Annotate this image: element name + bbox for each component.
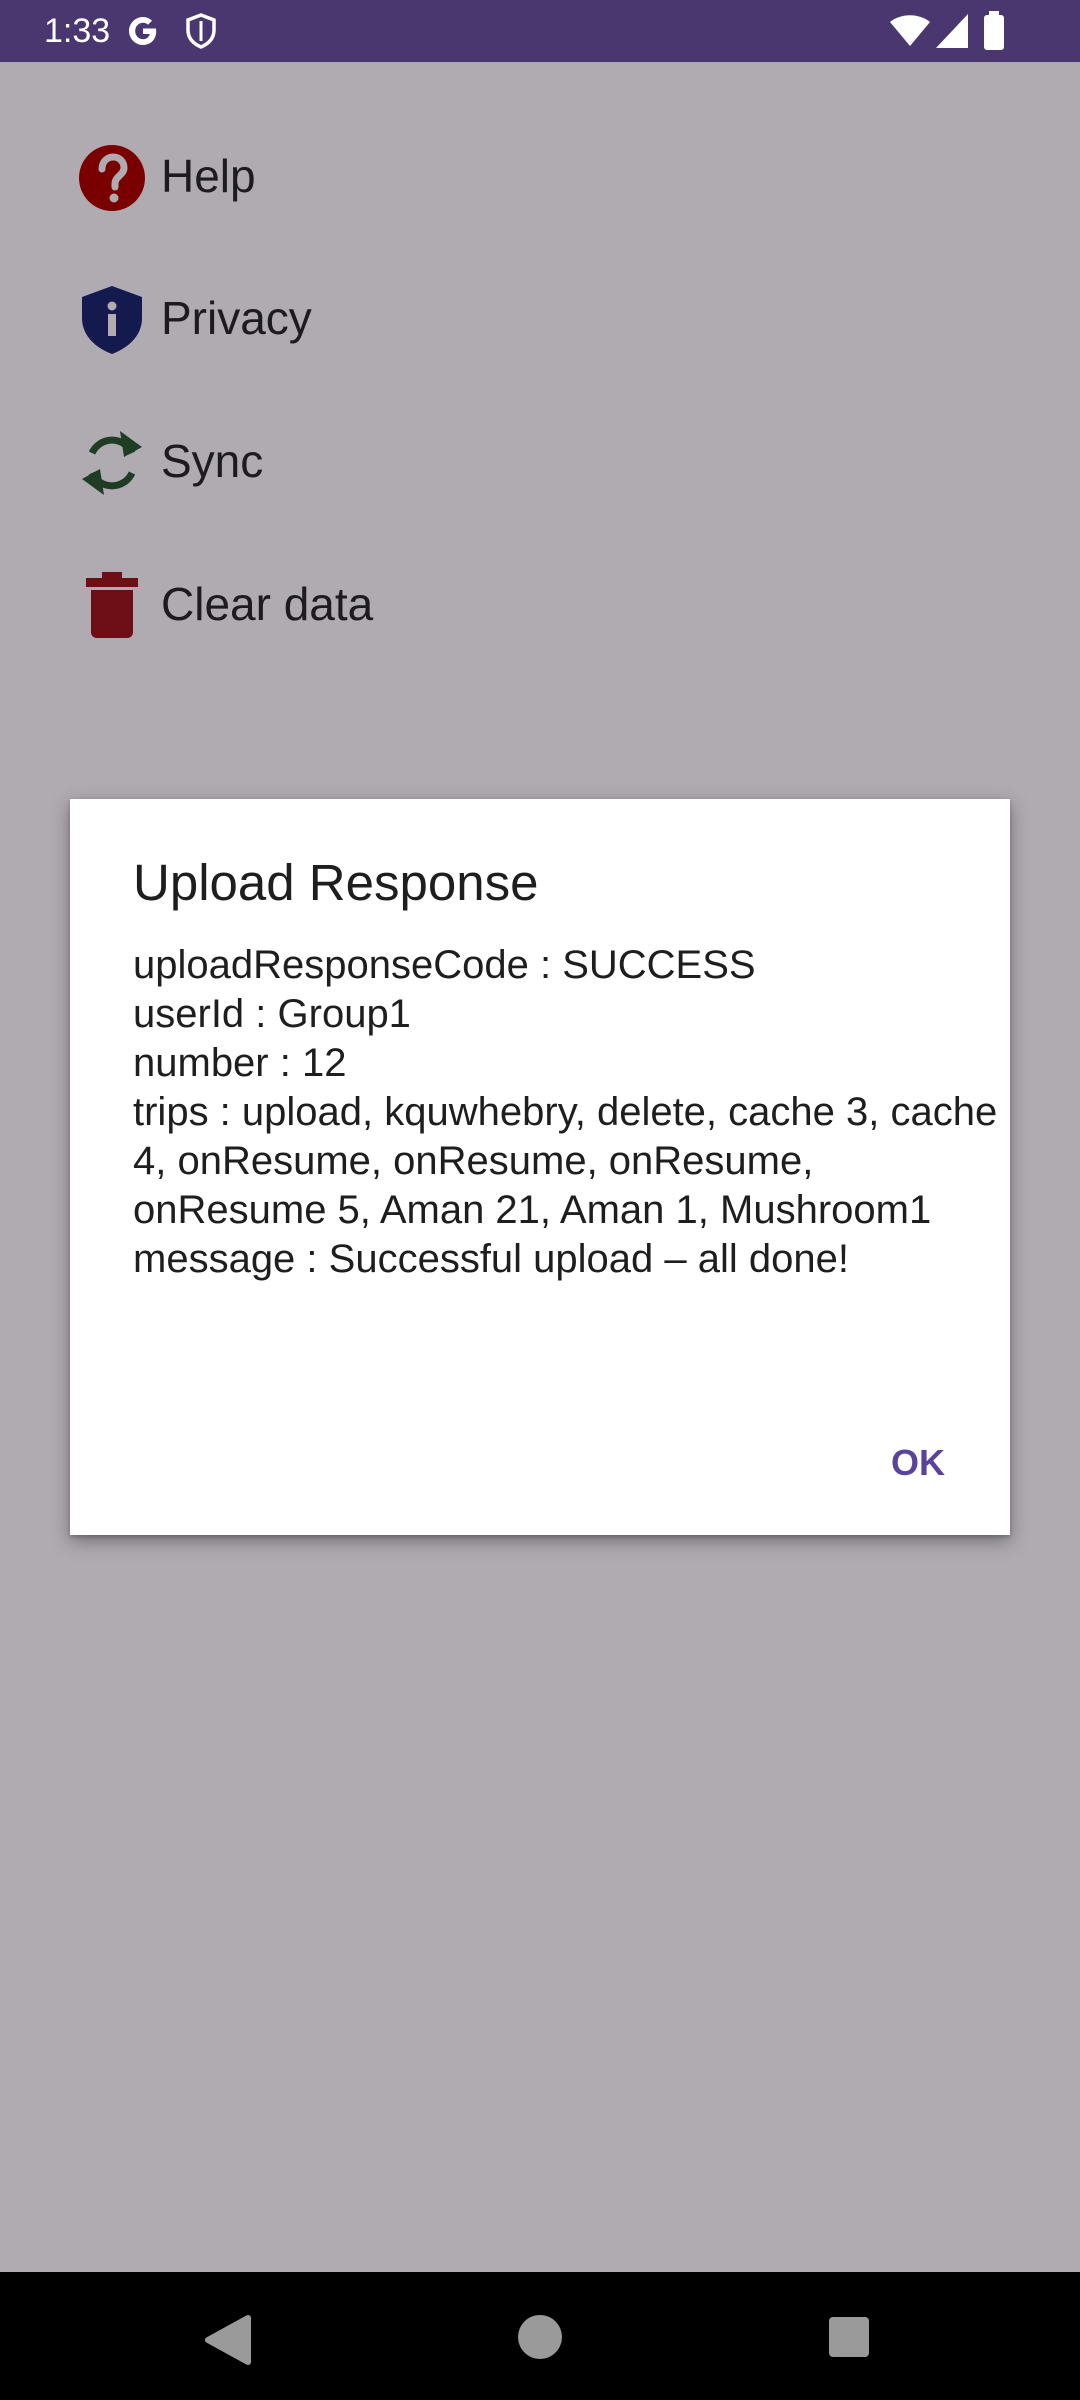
recents-icon[interactable] [826,2314,872,2360]
menu-item-label: Privacy [161,292,312,344]
google-icon [129,17,157,45]
menu-item-label: Help [161,150,256,202]
shield-icon [186,13,216,49]
navigation-bar [0,2272,1080,2400]
dialog-line-user-id: userId : Group1 [133,992,411,1036]
menu-item-privacy[interactable]: Privacy [76,272,876,362]
trash-icon [86,572,138,638]
dialog-line-number: number : 12 [133,1041,347,1085]
menu-item-sync[interactable]: Sync [76,415,876,505]
back-icon[interactable] [198,2312,258,2368]
ok-button[interactable]: OK [863,1431,973,1495]
status-bar: 1:33 [0,0,1080,62]
menu-item-help[interactable]: Help [76,130,876,220]
dialog-message: uploadResponseCode : SUCCESS userId : Gr… [133,941,1008,1284]
signal-icon [936,14,968,48]
upload-response-dialog: Upload Response uploadResponseCode : SUC… [70,799,1010,1535]
home-icon[interactable] [515,2312,565,2362]
status-time: 1:33 [44,12,111,50]
sync-icon [82,431,142,495]
battery-icon [984,11,1004,50]
dialog-line-message: message : Successful upload – all done! [133,1237,849,1281]
dialog-line-response-code: uploadResponseCode : SUCCESS [133,943,756,987]
wifi-icon [890,15,930,46]
help-icon [79,145,145,211]
dialog-title: Upload Response [133,854,539,911]
dialog-line-trips: trips : upload, kquwhebry, delete, cache… [133,1090,998,1232]
menu-item-label: Clear data [161,578,374,630]
menu-item-clear-data[interactable]: Clear data [76,558,876,648]
privacy-shield-icon [82,286,142,354]
menu-item-label: Sync [161,435,264,487]
